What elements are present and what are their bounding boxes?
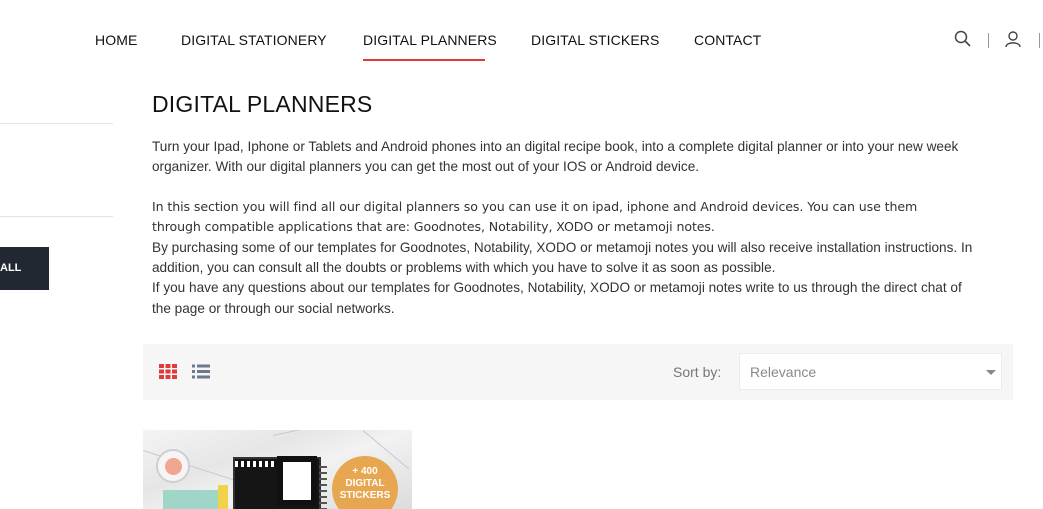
sidebar-divider (0, 123, 113, 124)
nav-item-digital-planners[interactable]: DIGITAL PLANNERS (363, 32, 497, 48)
sort-by-select[interactable]: Relevance (739, 353, 1002, 390)
category-description-intro: Turn your Ipad, Iphone or Tablets and An… (152, 137, 1012, 177)
nav-item-home[interactable]: HOME (95, 32, 137, 48)
nav-item-digital-stickers[interactable]: DIGITAL STICKERS (531, 32, 659, 48)
description-line: through compatible applications that are… (152, 219, 715, 235)
description-line: the page or through our social networks. (152, 300, 395, 316)
brand-logo-icon (156, 449, 190, 483)
yellow-pencil (218, 485, 228, 509)
active-nav-underline (363, 59, 485, 61)
nav-item-digital-stationery[interactable]: DIGITAL STATIONERY (181, 32, 327, 48)
sort-selected-value: Relevance (750, 364, 817, 380)
description-line: By purchasing some of our templates for … (152, 240, 973, 255)
search-icon[interactable] (954, 30, 972, 48)
description-line: If you have any questions about our temp… (152, 280, 962, 296)
badge-line: + 400 (352, 466, 378, 477)
stickers-count-badge: + 400 DIGITAL STICKERS (332, 456, 398, 509)
peach-icon (165, 458, 182, 475)
sidebar-divider (0, 216, 113, 217)
category-description-purchase: By purchasing some of our templates for … (152, 238, 1012, 319)
nav-divider (1039, 33, 1040, 48)
page-title: DIGITAL PLANNERS (152, 91, 373, 117)
view-all-button[interactable]: ALL (0, 247, 49, 290)
nav-item-contact[interactable]: CONTACT (694, 32, 761, 48)
product-list-toolbar: Sort by: Relevance (143, 344, 1013, 400)
chevron-down-icon (986, 370, 996, 375)
sort-by-label: Sort by: (673, 364, 722, 380)
category-description-section: In this section you will find all our di… (152, 197, 1012, 237)
product-card-image[interactable]: + 400 DIGITAL STICKERS (143, 430, 412, 509)
polaroid-frame-sticker (277, 456, 317, 506)
grid-view-icon[interactable] (159, 364, 177, 379)
user-icon[interactable] (1004, 30, 1022, 48)
main-nav: HOME DIGITAL STATIONERY DIGITAL PLANNERS… (0, 0, 1043, 80)
list-view-icon[interactable] (192, 364, 210, 379)
description-line: addition, you can consult all the doubts… (152, 260, 776, 276)
description-line: organizer. With our digital planners you… (152, 159, 700, 175)
badge-line: DIGITAL (345, 478, 385, 489)
nav-divider (988, 33, 989, 48)
description-line: In this section you will find all our di… (152, 199, 918, 214)
teal-planner-cover (163, 490, 223, 509)
view-all-label: ALL (0, 262, 22, 274)
badge-line: STICKERS (339, 490, 391, 501)
spiral-binding (319, 466, 327, 509)
description-line: Turn your Ipad, Iphone or Tablets and An… (152, 139, 959, 154)
